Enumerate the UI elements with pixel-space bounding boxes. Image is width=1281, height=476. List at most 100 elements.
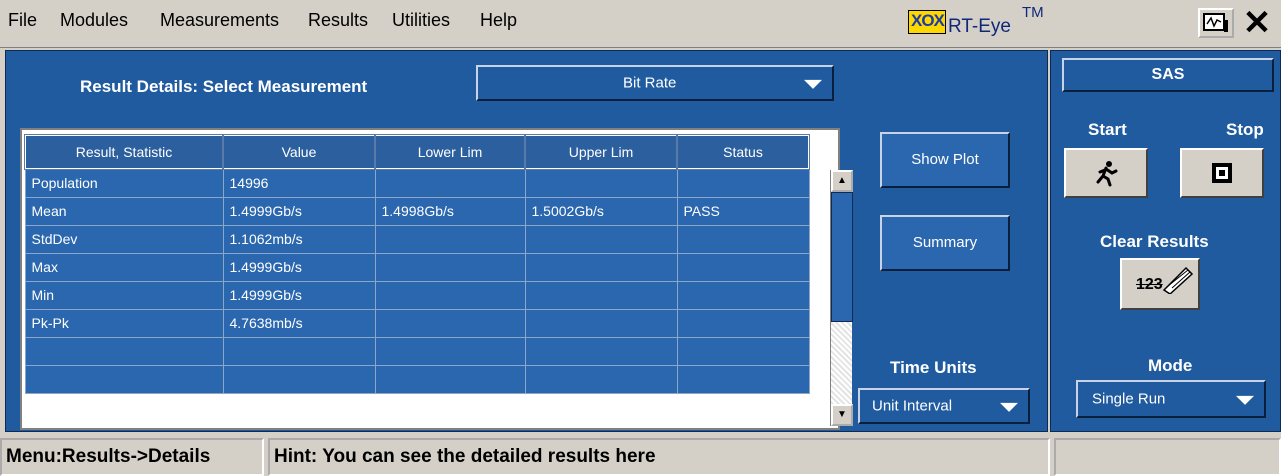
app-logo-text: XOX xyxy=(911,11,945,30)
table-cell xyxy=(374,364,526,394)
stop-label: Stop xyxy=(1226,120,1264,139)
column-header-status[interactable]: Status xyxy=(676,134,810,170)
hint-status: Hint: You can see the detailed results h… xyxy=(268,438,1050,476)
table-row[interactable] xyxy=(24,336,810,366)
mode-value: Single Run xyxy=(1092,390,1166,408)
start-button[interactable] xyxy=(1064,148,1148,198)
column-header-value[interactable]: Value xyxy=(222,134,376,170)
table-cell: 1.4999Gb/s xyxy=(222,196,376,226)
table-cell xyxy=(374,252,526,282)
table-cell xyxy=(222,364,376,394)
app-title: RT-Eye xyxy=(948,16,1012,37)
mode-label: Mode xyxy=(1148,356,1193,375)
table-cell xyxy=(524,364,678,394)
running-man-icon xyxy=(1096,161,1118,187)
table-cell: StdDev xyxy=(24,224,224,254)
table-row[interactable]: Mean 1.4999Gb/s 1.4998Gb/s 1.5002Gb/s PA… xyxy=(24,196,810,226)
scroll-down-button[interactable]: ▼ xyxy=(831,404,853,426)
chevron-down-icon xyxy=(804,79,822,89)
chevron-down-icon xyxy=(1000,402,1018,412)
table-cell: Mean xyxy=(24,196,224,226)
window-mode-button[interactable] xyxy=(1198,8,1234,38)
table-cell: 1.4999Gb/s xyxy=(222,252,376,282)
table-cell xyxy=(524,280,678,310)
table-cell xyxy=(24,336,224,366)
table-cell xyxy=(676,252,810,282)
table-cell: 1.4998Gb/s xyxy=(374,196,526,226)
table-row[interactable]: Pk-Pk 4.7638mb/s xyxy=(24,308,810,338)
table-cell xyxy=(524,252,678,282)
stop-button[interactable] xyxy=(1180,148,1264,198)
table-header-row: Result, Statistic Value Lower Lim Upper … xyxy=(24,134,810,170)
table-cell: 1.4999Gb/s xyxy=(222,280,376,310)
table-scrollbar[interactable]: ▲ ▼ xyxy=(830,170,853,426)
close-icon: ✕ xyxy=(1242,4,1272,42)
eraser-icon xyxy=(1162,266,1194,294)
arrow-up-icon: ▲ xyxy=(837,175,847,186)
table-cell xyxy=(24,364,224,394)
scroll-up-button[interactable]: ▲ xyxy=(831,170,853,192)
show-plot-button[interactable]: Show Plot xyxy=(880,132,1010,188)
table-cell xyxy=(524,168,678,198)
time-units-value: Unit Interval xyxy=(872,397,953,415)
clear-results-button[interactable]: 123 xyxy=(1120,258,1200,310)
clear-results-label: Clear Results xyxy=(1100,232,1209,251)
column-header-lower-limit[interactable]: Lower Lim xyxy=(374,134,526,170)
table-cell xyxy=(676,224,810,254)
table-cell xyxy=(374,280,526,310)
menu-bar: File Modules Measurements Results Utilit… xyxy=(0,0,1281,48)
table-cell xyxy=(524,224,678,254)
start-label: Start xyxy=(1088,120,1127,139)
table-cell xyxy=(676,336,810,366)
menu-measurements[interactable]: Measurements xyxy=(160,10,279,31)
measurement-dropdown-value: Bit Rate xyxy=(623,74,677,92)
table-row[interactable]: Min 1.4999Gb/s xyxy=(24,280,810,310)
table-cell xyxy=(524,308,678,338)
menu-help[interactable]: Help xyxy=(480,10,517,31)
stop-square-icon xyxy=(1212,163,1232,183)
column-header-statistic[interactable]: Result, Statistic xyxy=(24,134,224,170)
table-row[interactable]: StdDev 1.1062mb/s xyxy=(24,224,810,254)
standard-indicator: SAS xyxy=(1062,58,1274,92)
column-header-upper-limit[interactable]: Upper Lim xyxy=(524,134,678,170)
table-row[interactable]: Population 14996 xyxy=(24,168,810,198)
arrow-down-icon: ▼ xyxy=(837,409,847,420)
measurement-dropdown[interactable]: Bit Rate xyxy=(476,65,834,101)
results-grid: Result, Statistic Value Lower Lim Upper … xyxy=(24,134,810,394)
select-measurement-label: Result Details: Select Measurement xyxy=(80,77,368,96)
table-row[interactable] xyxy=(24,364,810,394)
table-cell xyxy=(676,364,810,394)
table-row[interactable]: Max 1.4999Gb/s xyxy=(24,252,810,282)
status-extra xyxy=(1054,438,1281,476)
scrollbar-thumb[interactable] xyxy=(831,192,853,322)
menu-utilities[interactable]: Utilities xyxy=(392,10,450,31)
table-cell: PASS xyxy=(676,196,810,226)
table-cell xyxy=(676,168,810,198)
time-units-label: Time Units xyxy=(890,358,977,377)
table-cell xyxy=(676,308,810,338)
menu-modules[interactable]: Modules xyxy=(60,10,128,31)
table-cell: Min xyxy=(24,280,224,310)
app-trademark: TM xyxy=(1022,4,1044,21)
summary-button[interactable]: Summary xyxy=(880,215,1010,271)
standard-value: SAS xyxy=(1151,66,1185,83)
clear-counter-icon: 123 xyxy=(1136,276,1163,293)
chevron-down-icon xyxy=(1236,395,1254,405)
window-icon xyxy=(1203,13,1228,32)
table-cell: 14996 xyxy=(222,168,376,198)
table-cell: Population xyxy=(24,168,224,198)
table-cell: 1.1062mb/s xyxy=(222,224,376,254)
table-cell: 4.7638mb/s xyxy=(222,308,376,338)
table-cell xyxy=(222,336,376,366)
table-cell xyxy=(374,308,526,338)
time-units-dropdown[interactable]: Unit Interval xyxy=(858,388,1030,424)
table-cell xyxy=(676,280,810,310)
table-cell xyxy=(374,336,526,366)
table-cell xyxy=(374,224,526,254)
menu-file[interactable]: File xyxy=(8,10,37,31)
status-bar: Menu:Results->Details Hint: You can see … xyxy=(0,436,1281,476)
mode-dropdown[interactable]: Single Run xyxy=(1076,380,1266,418)
close-button[interactable]: ✕ xyxy=(1238,6,1276,42)
results-table: Result, Statistic Value Lower Lim Upper … xyxy=(20,128,853,430)
menu-results[interactable]: Results xyxy=(308,10,368,31)
